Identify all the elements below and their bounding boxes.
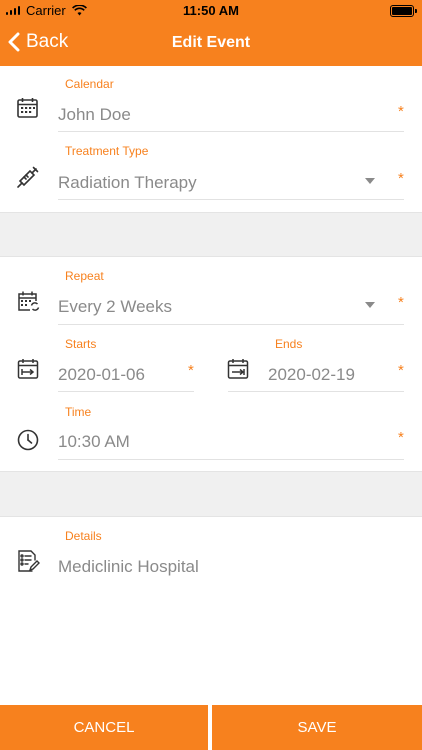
starts-underline: [58, 391, 194, 392]
details-value: Mediclinic Hospital: [58, 557, 199, 576]
section-divider: [0, 212, 422, 257]
section-divider: [0, 471, 422, 517]
status-bar: Carrier 11:50 AM: [0, 0, 422, 22]
required-asterisk: *: [398, 170, 404, 187]
battery-icon: [390, 5, 417, 17]
recurring-calendar-icon: [18, 291, 40, 311]
required-asterisk: *: [188, 362, 194, 379]
treatment-type-value: Radiation Therapy: [58, 173, 197, 192]
repeat-field[interactable]: Repeat Every 2 Weeks *: [0, 257, 422, 327]
clock-icon: [17, 429, 39, 451]
starts-label: Starts: [65, 337, 97, 351]
page-title: Edit Event: [171, 34, 251, 51]
chevron-down-icon: [365, 178, 375, 184]
repeat-label: Repeat: [65, 269, 104, 283]
time-underline: [58, 459, 404, 460]
ends-field[interactable]: Ends 2020-02-19 *: [211, 327, 422, 395]
required-asterisk: *: [398, 294, 404, 311]
details-field[interactable]: Details Mediclinic Hospital: [0, 517, 422, 597]
chevron-down-icon: [365, 302, 375, 308]
treatment-type-field[interactable]: Treatment Type Radiation Therapy *: [0, 134, 422, 206]
ends-value: 2020-02-19: [268, 365, 355, 384]
required-asterisk: *: [398, 362, 404, 379]
required-asterisk: *: [398, 429, 404, 446]
cancel-button[interactable]: CANCEL: [0, 705, 208, 750]
repeat-value: Every 2 Weeks: [58, 297, 173, 316]
time-label: Time: [65, 405, 92, 419]
calendar-grid-icon: [17, 98, 38, 118]
calendar-label: Calendar: [65, 77, 114, 91]
ends-underline: [228, 391, 404, 392]
calendar-start-icon: [17, 359, 39, 379]
calendar-underline: [58, 131, 404, 132]
ends-label: Ends: [275, 337, 303, 351]
calendar-field[interactable]: Calendar John Doe *: [0, 66, 422, 134]
calendar-end-icon: [227, 359, 249, 379]
details-label: Details: [65, 529, 102, 543]
status-time: 11:50 AM: [183, 3, 239, 18]
syringe-icon: [17, 166, 39, 188]
starts-value: 2020-01-06: [58, 365, 145, 384]
treatment-type-label: Treatment Type: [65, 144, 149, 158]
required-asterisk: *: [398, 103, 404, 120]
nav-bar: Back Edit Event: [0, 22, 422, 66]
repeat-underline: [58, 324, 404, 325]
time-value: 10:30 AM: [58, 432, 130, 451]
starts-field[interactable]: Starts 2020-01-06 *: [0, 327, 211, 395]
save-button[interactable]: SAVE: [212, 705, 422, 750]
notes-icon: [18, 550, 40, 572]
treatment-type-underline: [58, 199, 404, 200]
calendar-value: John Doe: [58, 105, 131, 124]
time-field[interactable]: Time 10:30 AM *: [0, 395, 422, 465]
